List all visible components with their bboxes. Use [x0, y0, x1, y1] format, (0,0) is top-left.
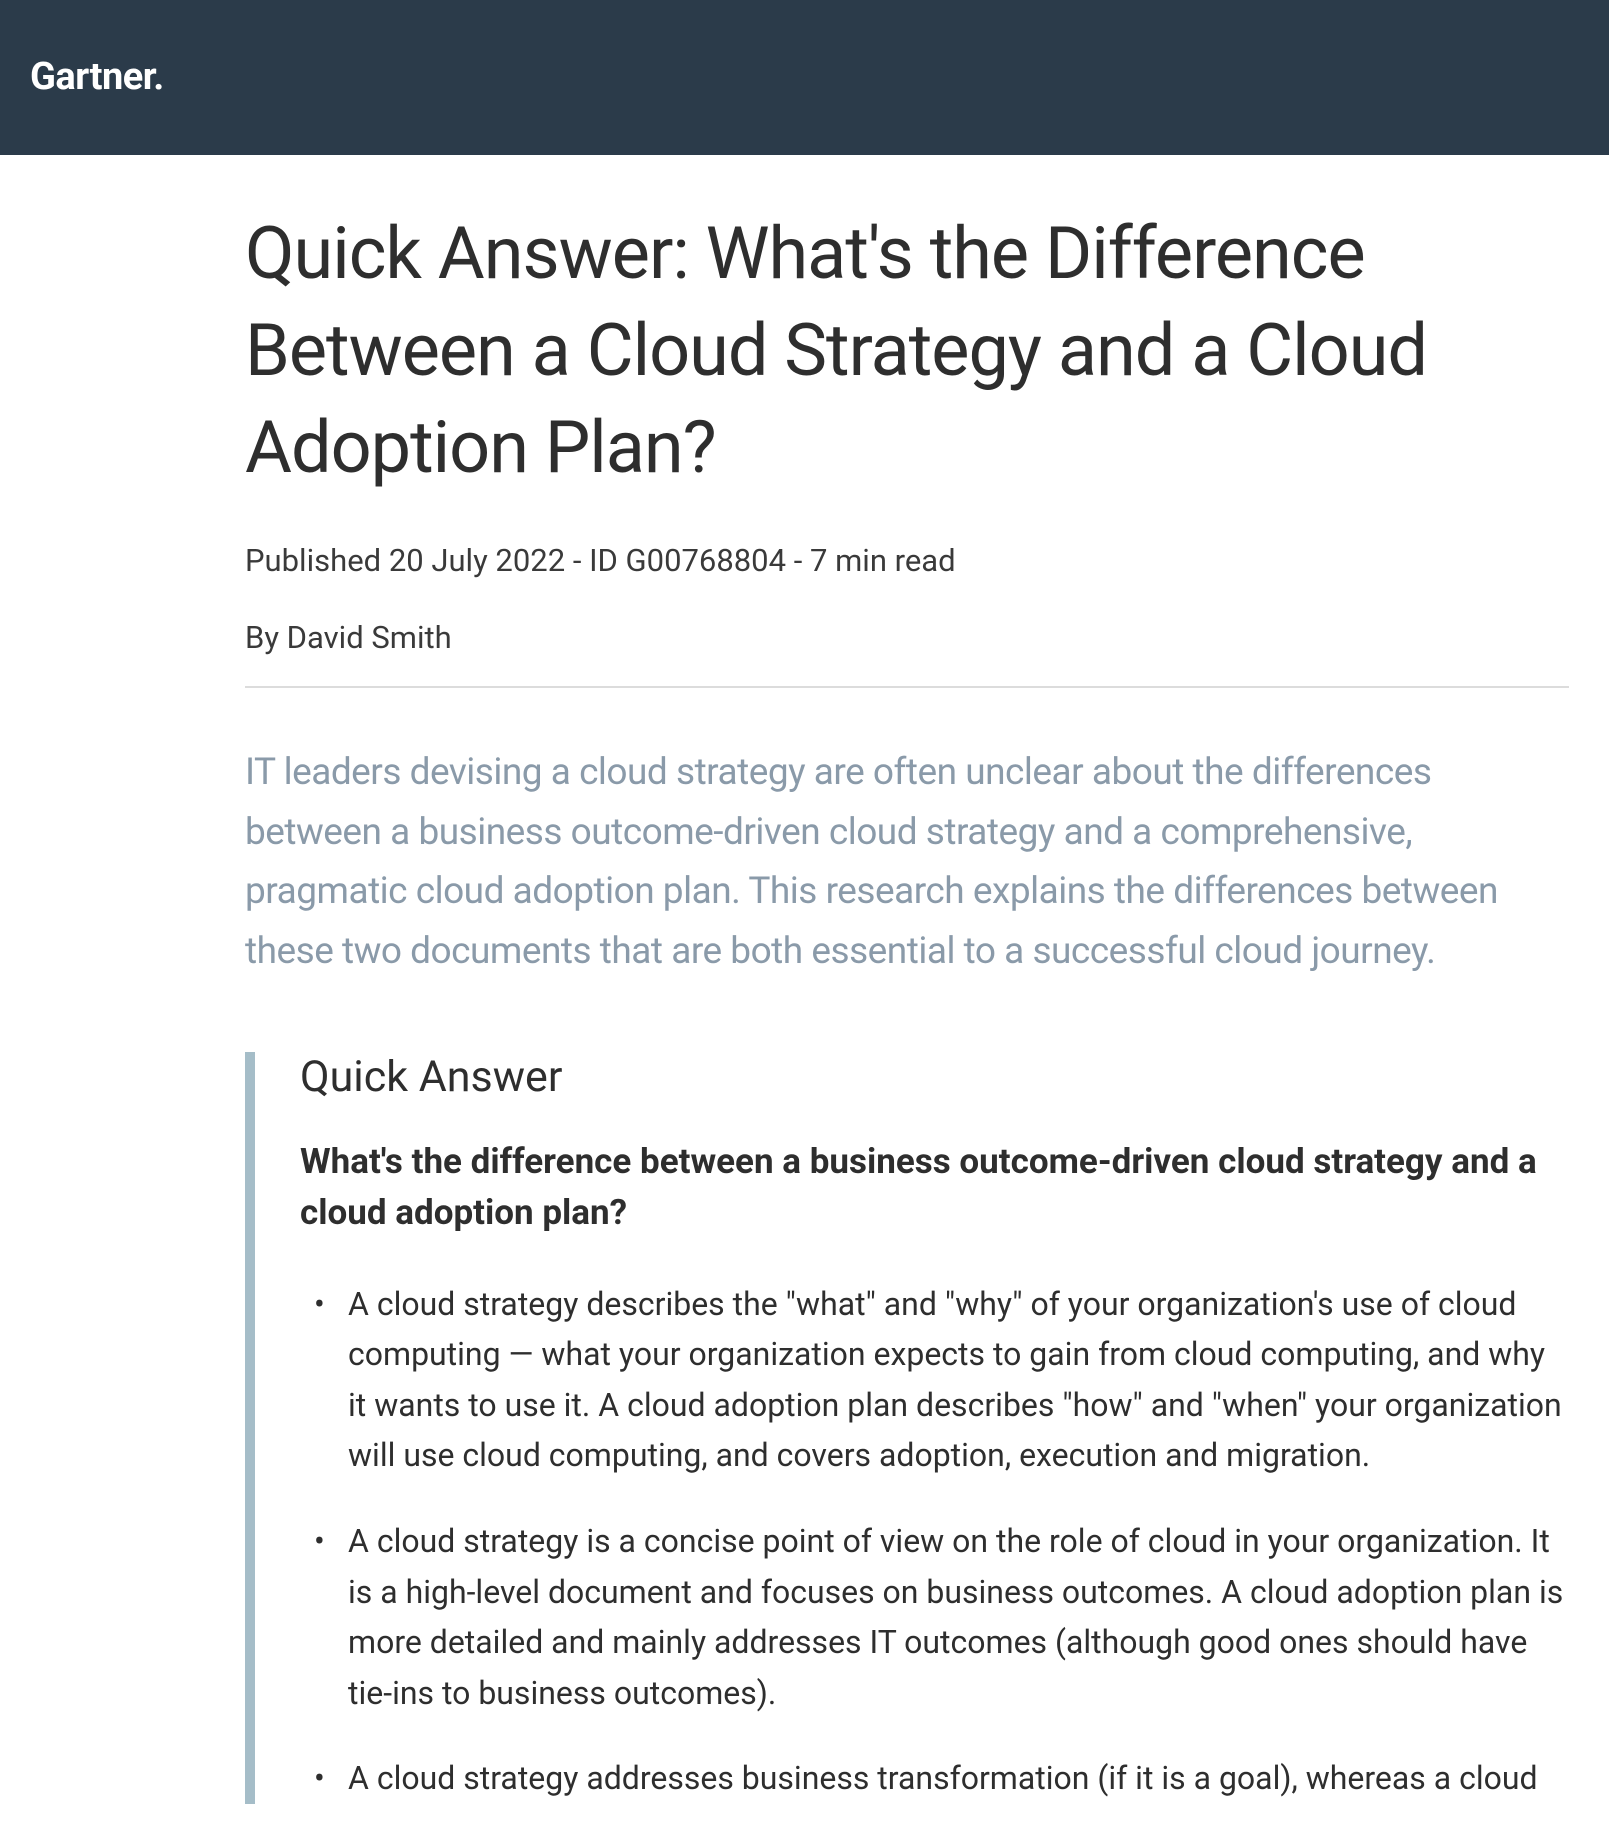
section-divider	[245, 686, 1569, 688]
quick-answer-subheading: What's the difference between a business…	[300, 1137, 1569, 1239]
article-byline: By David Smith	[245, 619, 1569, 656]
list-item: A cloud strategy is a concise point of v…	[328, 1516, 1569, 1718]
quick-answer-list: A cloud strategy describes the "what" an…	[300, 1279, 1569, 1804]
article-meta: Published 20 July 2022 - ID G00768804 - …	[245, 542, 1569, 579]
gartner-logo: Gartner.	[30, 55, 1579, 99]
article-summary: IT leaders devising a cloud strategy are…	[245, 743, 1569, 983]
article-content: Quick Answer: What's the Difference Betw…	[0, 155, 1609, 1804]
article-title: Quick Answer: What's the Difference Betw…	[245, 205, 1569, 497]
page-header: Gartner.	[0, 0, 1609, 155]
quick-answer-heading: Quick Answer	[300, 1052, 1569, 1102]
quick-answer-block: Quick Answer What's the difference betwe…	[245, 1052, 1569, 1803]
list-item: A cloud strategy describes the "what" an…	[328, 1279, 1569, 1481]
list-item: A cloud strategy addresses business tran…	[328, 1753, 1569, 1804]
